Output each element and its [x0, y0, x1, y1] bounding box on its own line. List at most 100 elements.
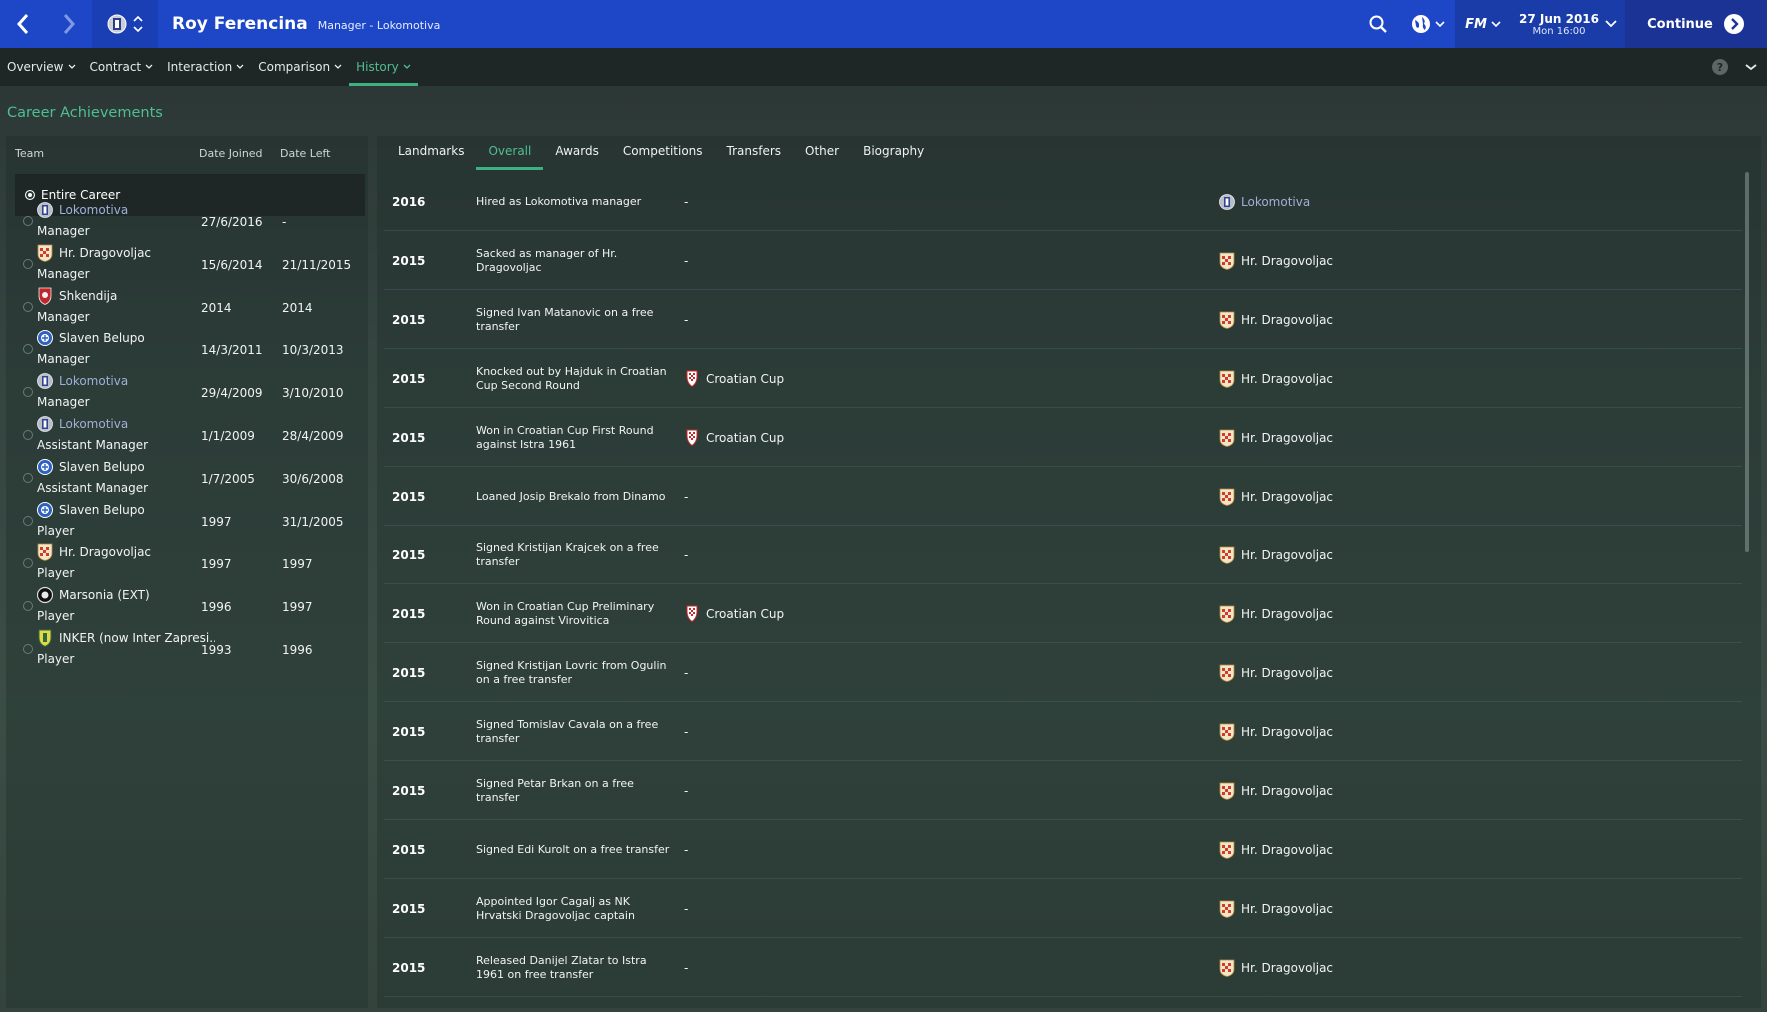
back-button[interactable] — [0, 0, 46, 48]
radio-button[interactable] — [23, 258, 33, 269]
world-menu-button[interactable] — [1401, 0, 1455, 48]
subnav-comparison[interactable]: Comparison — [251, 48, 349, 86]
timeline-competition[interactable]: Croatian Cup — [684, 605, 784, 623]
career-row[interactable]: Marsonia (EXT) Player 1996 1997 — [15, 583, 365, 626]
career-row[interactable]: Shkendija Manager 2014 2014 — [15, 284, 365, 327]
timeline-club[interactable]: Lokomotiva — [1219, 193, 1310, 211]
timeline-row: 2015 Won in Croatian Cup First Round agai… — [384, 409, 1742, 467]
subnav-overview[interactable]: Overview — [0, 48, 83, 86]
timeline-club[interactable]: Hr. Dragovoljac — [1219, 723, 1334, 742]
radio-button[interactable] — [23, 216, 33, 226]
timeline-competition[interactable]: Croatian Cup — [684, 370, 784, 388]
career-date-left: 21/11/2015 — [282, 257, 352, 272]
radio-button[interactable] — [23, 301, 33, 312]
timeline-club[interactable]: Hr. Dragovoljac — [1219, 252, 1333, 270]
fm-menu-button[interactable]: FM — [1455, 0, 1511, 48]
subnav-contract[interactable]: Contract — [83, 48, 161, 86]
croatian-cup-icon — [686, 429, 698, 446]
timeline-event: Hired as Lokomotiva manager — [476, 195, 642, 208]
radio-button[interactable] — [23, 344, 33, 355]
subnav-history[interactable]: History — [349, 48, 418, 86]
continue-button[interactable]: Continue — [1625, 0, 1767, 48]
timeline-row: 2015 Won in Croatian Cup Preliminary Roun… — [384, 585, 1742, 644]
tab-biography[interactable]: Biography — [851, 136, 936, 167]
radio-button[interactable] — [23, 387, 33, 398]
radio-button[interactable] — [23, 472, 33, 483]
timeline-competition: - — [684, 254, 688, 268]
subnav-interaction[interactable]: Interaction — [160, 48, 251, 86]
career-row[interactable]: Slaven Belupo Assistant Manager 1/7/2005 30… — [15, 455, 365, 498]
tab-label: Overall — [488, 144, 532, 158]
career-team-name: Lokomotiva — [59, 203, 129, 217]
tab-other[interactable]: Other — [793, 136, 851, 167]
career-row[interactable]: Lokomotiva Manager 29/4/2009 3/10/2010 — [15, 369, 365, 412]
career-row[interactable]: INKER (now Inter Zapresi... Player 1993 199… — [15, 626, 365, 669]
timeline-club[interactable]: Hr. Dragovoljac — [1219, 605, 1333, 624]
radio-button[interactable] — [23, 644, 33, 654]
tab-label: Other — [805, 144, 840, 158]
timeline-club-name: Hr. Dragovoljac — [1241, 725, 1334, 740]
timeline-club[interactable]: Hr. Dragovoljac — [1219, 311, 1333, 329]
page-title: Roy Ferencina — [172, 14, 308, 34]
career-team[interactable]: Lokomotiva — [37, 201, 128, 219]
career-team-name: Hr. Dragovoljac — [59, 545, 152, 560]
radio-button[interactable] — [23, 430, 33, 440]
timeline-club[interactable]: Hr. Dragovoljac — [1219, 959, 1333, 977]
career-date-joined: 2014 — [201, 300, 232, 315]
tab-competitions[interactable]: Competitions — [611, 136, 715, 167]
lokomotiva-crest-icon — [37, 373, 53, 390]
career-row[interactable]: Lokomotiva Manager 27/6/2016 - — [15, 198, 365, 241]
shkendija-crest-icon — [38, 287, 52, 305]
tab-awards[interactable]: Awards — [543, 136, 610, 167]
timeline-club-name: Hr. Dragovoljac — [1241, 842, 1334, 857]
chevron-down-icon — [145, 64, 153, 69]
career-role: Player — [37, 652, 75, 666]
search-button[interactable] — [1355, 0, 1401, 48]
dragovoljac-crest-icon — [1219, 252, 1235, 270]
game-date[interactable]: 27 Jun 2016 Mon 16:00 — [1511, 0, 1625, 48]
dragovoljac-crest-icon — [1219, 664, 1235, 683]
forward-button[interactable] — [46, 0, 92, 48]
column-header-left: Date Left — [280, 147, 331, 160]
timeline-club[interactable]: Hr. Dragovoljac — [1219, 429, 1333, 447]
club-selector[interactable] — [92, 0, 158, 48]
radio-button[interactable] — [23, 558, 33, 569]
radio-button[interactable] — [23, 601, 33, 612]
timeline-competition[interactable]: Croatian Cup — [684, 429, 784, 447]
lokomotiva-crest-icon — [107, 14, 127, 34]
career-row[interactable]: Lokomotiva Assistant Manager 1/1/2009 28/4/… — [15, 412, 365, 455]
timeline-club[interactable]: Hr. Dragovoljac — [1219, 782, 1333, 800]
career-row[interactable]: Hr. Dragovoljac Manager 15/6/2014 21/11/201… — [15, 241, 365, 284]
career-team[interactable]: Lokomotiva — [37, 372, 128, 390]
career-team-name: Marsonia (EXT) — [59, 588, 150, 603]
career-team[interactable]: Lokomotiva — [37, 415, 128, 433]
chevron-down-icon[interactable] — [1745, 63, 1757, 71]
timeline-competition-name: - — [684, 312, 689, 327]
timeline-competition: - — [684, 195, 688, 209]
help-icon[interactable]: ? — [1711, 58, 1729, 76]
tab-landmarks[interactable]: Landmarks — [386, 136, 476, 167]
career-date-left: 3/10/2010 — [282, 386, 344, 401]
career-date-left: 1997 — [282, 557, 313, 572]
tab-label: Transfers — [726, 144, 782, 158]
career-row[interactable]: Hr. Dragovoljac Player 1997 1997 — [15, 540, 365, 583]
career-role: Player — [37, 523, 75, 538]
timeline-club[interactable]: Hr. Dragovoljac — [1219, 841, 1333, 859]
tab-transfers[interactable]: Transfers — [715, 136, 794, 167]
timeline-club[interactable]: Hr. Dragovoljac — [1219, 900, 1333, 918]
career-row[interactable]: Slaven Belupo Player 1997 31/1/2005 — [15, 498, 365, 541]
timeline-club[interactable]: Hr. Dragovoljac — [1219, 546, 1333, 565]
radio-button[interactable] — [23, 515, 33, 526]
timeline-row: 2015 Sacked as manager of Hr. Dragovoljac… — [384, 232, 1742, 290]
tab-label: Biography — [863, 144, 925, 158]
timeline-club[interactable]: Hr. Dragovoljac — [1219, 488, 1333, 506]
career-date-joined: 1/7/2005 — [201, 471, 255, 486]
scrollbar[interactable] — [1745, 172, 1749, 552]
career-row[interactable]: Slaven Belupo Manager 14/3/2011 10/3/2013 — [15, 326, 365, 369]
dragovoljac-crest-icon — [1219, 546, 1235, 565]
timeline-club[interactable]: Hr. Dragovoljac — [1219, 664, 1333, 683]
tab-overall[interactable]: Overall — [476, 136, 544, 170]
career-team-name: Slaven Belupo — [59, 502, 145, 517]
timeline-club[interactable]: Hr. Dragovoljac — [1219, 370, 1333, 388]
career-role: Manager — [37, 395, 90, 410]
